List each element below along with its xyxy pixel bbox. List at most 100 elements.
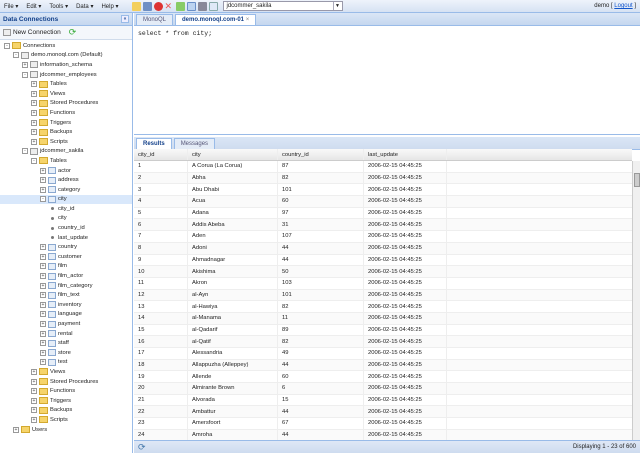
tree-node[interactable]: + Triggers [0, 396, 132, 406]
execute-icon[interactable] [175, 1, 185, 11]
table-row[interactable]: 10 Akishima 50 2006-02-15 04:45:25 [134, 266, 632, 278]
expand-icon[interactable]: + [31, 378, 37, 385]
tree-node[interactable]: - jdcommer_employees [0, 70, 132, 80]
tree-node[interactable]: + Views [0, 89, 132, 99]
close-tab-icon[interactable]: × [246, 17, 250, 23]
logout-link[interactable]: Logout [614, 3, 632, 9]
expand-icon[interactable]: + [31, 81, 37, 88]
tree-node[interactable]: + test [0, 358, 132, 368]
table-row[interactable]: 24 Amroha 44 2006-02-15 04:45:25 [134, 429, 632, 440]
expand-icon[interactable]: + [31, 407, 37, 414]
table-row[interactable]: 21 Alvorada 15 2006-02-15 04:45:25 [134, 394, 632, 407]
table-row[interactable]: 23 Amersfoort 67 2006-02-15 04:45:25 [134, 418, 632, 430]
table-row[interactable]: 18 Allappuzha (Alleppey) 44 2006-02-15 04:4… [134, 359, 632, 372]
tree-node[interactable]: city [0, 214, 132, 224]
tree-node[interactable]: + Scripts [0, 415, 132, 425]
table-row[interactable]: 14 al-Manama 11 2006-02-15 04:45:25 [134, 312, 632, 325]
tree-node[interactable]: + Views [0, 367, 132, 377]
tab-messages[interactable]: Messages [173, 138, 216, 149]
expand-icon[interactable]: + [40, 273, 46, 280]
tree-node[interactable]: + category [0, 185, 132, 195]
new-connection-button[interactable]: New Connection [3, 29, 61, 36]
tree-node[interactable]: - Tables [0, 156, 132, 166]
column-header[interactable]: country_id [278, 149, 364, 160]
tree-node[interactable]: + rental [0, 329, 132, 339]
pause-icon[interactable] [197, 1, 207, 11]
grid-scrollbar[interactable] [632, 161, 640, 440]
expand-icon[interactable]: + [40, 244, 46, 251]
expand-icon[interactable]: + [31, 388, 37, 395]
tree-node[interactable]: + Stored Procedures [0, 377, 132, 387]
tree-node[interactable]: + Functions [0, 108, 132, 118]
column-header[interactable]: last_update [364, 149, 447, 160]
expand-icon[interactable]: + [40, 167, 46, 174]
tree-node[interactable]: - Connections [0, 41, 132, 51]
save-icon[interactable] [142, 1, 152, 11]
refresh-grid-icon[interactable]: ⟳ [138, 442, 146, 453]
tree-node[interactable]: + Backups [0, 406, 132, 416]
stop-icon[interactable] [153, 1, 163, 11]
collapse-icon[interactable]: - [40, 196, 46, 203]
tree-node[interactable]: + staff [0, 338, 132, 348]
expand-icon[interactable]: + [40, 186, 46, 193]
table-row[interactable]: 6 Addis Abeba 31 2006-02-15 04:45:25 [134, 219, 632, 232]
expand-icon[interactable]: + [40, 282, 46, 289]
expand-icon[interactable]: + [31, 138, 37, 145]
tree-node[interactable]: last_update [0, 233, 132, 243]
table-row[interactable]: 8 Adoni 44 2006-02-15 04:45:25 [134, 242, 632, 255]
table-row[interactable]: 1A Corua (La Corua) 87 2006-02-15 04:45:25 [134, 161, 632, 173]
collapse-icon[interactable]: - [4, 42, 10, 49]
expand-icon[interactable]: + [40, 301, 46, 308]
expand-icon[interactable]: + [40, 177, 46, 184]
tree-node[interactable]: + Backups [0, 127, 132, 137]
menu-data[interactable]: Data ▾ [72, 3, 97, 10]
expand-icon[interactable]: + [40, 359, 46, 366]
expand-icon[interactable]: + [40, 330, 46, 337]
tree-node[interactable]: - jdcommer_sakila [0, 147, 132, 157]
table-row[interactable]: 12 al-Ayn 101 2006-02-15 04:45:25 [134, 289, 632, 302]
database-select[interactable]: jdcommer_sakila ▼ [222, 1, 343, 11]
collapse-icon[interactable]: - [22, 148, 28, 155]
open-folder-icon[interactable] [131, 1, 141, 11]
expand-icon[interactable]: + [40, 311, 46, 318]
document-icon[interactable] [208, 1, 218, 11]
table-row[interactable]: 2 Abha 82 2006-02-15 04:45:25 [134, 172, 632, 185]
delete-icon[interactable]: ✕ [165, 1, 174, 11]
tree-node[interactable]: + payment [0, 319, 132, 329]
tree-node[interactable]: + film_text [0, 290, 132, 300]
tree-node[interactable]: + store [0, 348, 132, 358]
tree-node[interactable]: + film_category [0, 281, 132, 291]
expand-icon[interactable]: + [40, 321, 46, 328]
column-header[interactable]: city [188, 149, 278, 160]
menu-edit[interactable]: Edit ▾ [22, 3, 45, 10]
tab-results[interactable]: Results [136, 138, 172, 149]
expand-icon[interactable]: + [31, 397, 37, 404]
table-row[interactable]: 11 Akron 103 2006-02-15 04:45:25 [134, 277, 632, 290]
expand-icon[interactable]: + [40, 253, 46, 260]
expand-icon[interactable]: + [31, 129, 37, 136]
table-row[interactable]: 19 Allende 60 2006-02-15 04:45:25 [134, 371, 632, 384]
tree-node[interactable]: + actor [0, 166, 132, 176]
sql-editor[interactable]: select * from city; [134, 26, 640, 135]
tree-node[interactable]: + Users [0, 425, 132, 435]
expand-icon[interactable]: + [31, 100, 37, 107]
tree-node[interactable]: + Triggers [0, 118, 132, 128]
table-row[interactable]: 7 Aden 107 2006-02-15 04:45:25 [134, 231, 632, 243]
tree-node[interactable]: + Stored Procedures [0, 99, 132, 109]
column-header[interactable]: city_id [134, 149, 188, 160]
tab-query[interactable]: demo.monoql.com-01 × [175, 14, 257, 25]
table-row[interactable]: 4 Acua 60 2006-02-15 04:45:25 [134, 196, 632, 208]
refresh-icon[interactable]: ⟳ [69, 27, 77, 38]
tree-node[interactable]: country_id [0, 223, 132, 233]
collapse-icon[interactable]: - [22, 71, 28, 78]
expand-icon[interactable]: + [40, 263, 46, 270]
collapse-icon[interactable]: - [13, 52, 19, 59]
table-row[interactable]: 16 al-Qatif 82 2006-02-15 04:45:25 [134, 336, 632, 348]
table-row[interactable]: 20 Almirante Brown 6 2006-02-15 04:45:25 [134, 383, 632, 395]
expand-icon[interactable]: + [13, 426, 19, 433]
table-row[interactable]: 15 al-Qadarif 89 2006-02-15 04:45:25 [134, 324, 632, 337]
expand-icon[interactable]: + [31, 368, 37, 375]
collapse-panel-button[interactable]: « [121, 15, 129, 23]
tree-node[interactable]: + Scripts [0, 137, 132, 147]
menu-file[interactable]: File ▾ [0, 3, 22, 10]
